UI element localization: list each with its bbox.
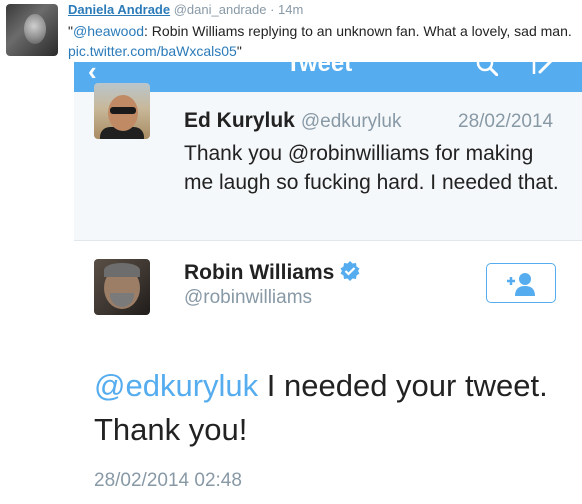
pic-link[interactable]: pic.twitter.com/baWxcals05: [68, 43, 237, 59]
tweet-text: " @heawood: Robin Williams replying to an…: [68, 21, 573, 61]
mention-link[interactable]: @edkuryluk: [94, 368, 258, 403]
reply-text: Thank you @robinwilliams for making me l…: [184, 142, 559, 194]
follow-button[interactable]: [486, 263, 556, 303]
reply-date: 28/02/2014: [458, 111, 554, 132]
author: Robin Williams: [184, 260, 361, 285]
author-name[interactable]: Robin Williams: [184, 261, 334, 284]
avatar[interactable]: [94, 83, 150, 139]
compose-icon[interactable]: [532, 62, 558, 78]
avatar[interactable]: [94, 259, 150, 315]
nav-title: Tweet: [286, 62, 353, 77]
verified-badge-icon: [340, 261, 360, 281]
tweet-timestamp[interactable]: 28/02/2014 02:48: [94, 470, 242, 492]
author-name[interactable]: Daniela Andrade: [68, 2, 170, 17]
search-icon[interactable]: [476, 62, 498, 76]
follow-user-icon: [507, 273, 535, 296]
embedded-screenshot[interactable]: ‹ Tweet Ed Kuryluk @edkuryluk 28/02/2014 …: [74, 62, 582, 504]
nav-bar: ‹ Tweet: [74, 62, 582, 92]
tweet-text: @edkuryluk I needed your tweet. Thank yo…: [94, 364, 564, 452]
tweet-header: Daniela Andrade @dani_andrade · 14m: [68, 2, 303, 17]
tweet-body: : Robin Williams replying to an unknown …: [144, 23, 572, 39]
reply-author-name[interactable]: Ed Kuryluk: [184, 109, 295, 132]
separator: ·: [270, 2, 275, 17]
reply-author: Ed Kuryluk @edkuryluk: [184, 109, 401, 133]
mention-link[interactable]: @heawood: [73, 23, 144, 39]
avatar[interactable]: [6, 4, 58, 56]
author-handle[interactable]: @robinwilliams: [184, 287, 312, 309]
reply-author-handle[interactable]: @edkuryluk: [301, 111, 402, 132]
author-handle[interactable]: @dani_andrade: [174, 2, 267, 17]
close-quote: ": [236, 43, 242, 59]
tweet-time[interactable]: 14m: [278, 2, 303, 17]
